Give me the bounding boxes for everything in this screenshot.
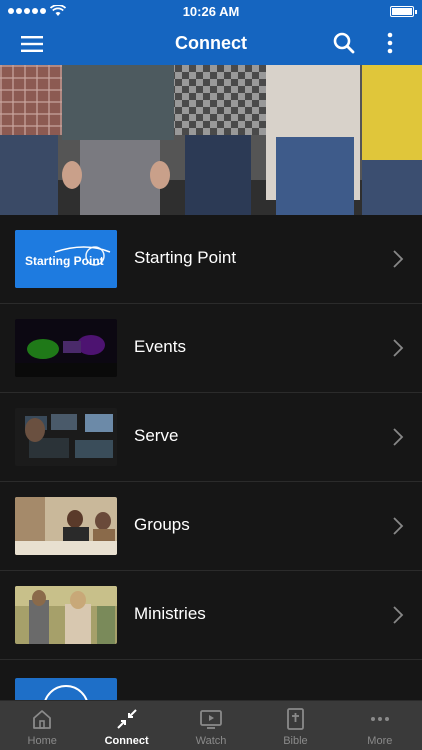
list-item-events[interactable]: Events xyxy=(0,304,422,393)
wifi-icon xyxy=(50,5,66,16)
chevron-right-icon xyxy=(393,606,404,624)
list-item-label: Ministries xyxy=(134,604,206,623)
groups-photo xyxy=(15,497,117,555)
chevron-right-icon xyxy=(393,428,404,446)
page-title: Connect xyxy=(175,33,247,53)
status-bar: 10:26 AM xyxy=(0,0,422,22)
tab-label: More xyxy=(367,735,393,747)
events-photo xyxy=(15,319,117,377)
list-item-groups[interactable]: Groups xyxy=(0,482,422,571)
svg-text:Starting Point: Starting Point xyxy=(25,254,104,268)
serve-photo xyxy=(15,408,117,466)
people-standing-photo xyxy=(0,65,422,215)
more-options-icon[interactable] xyxy=(380,31,400,55)
ministries-photo xyxy=(15,586,117,644)
list-item-label: Serve xyxy=(134,426,179,445)
list-item-serve[interactable]: Serve xyxy=(0,393,422,482)
starting-point-logo: Starting Point xyxy=(15,230,117,288)
connect-icon xyxy=(116,709,137,729)
tab-label: Connect xyxy=(104,735,149,747)
list-item-label: Groups xyxy=(134,515,190,534)
tab-bar: Home Connect Watch Bible More xyxy=(0,700,422,750)
tab-bible[interactable]: Bible xyxy=(253,701,337,750)
hamburger-menu-icon[interactable] xyxy=(20,32,44,56)
tab-home[interactable]: Home xyxy=(0,701,84,750)
more-icon xyxy=(370,717,389,721)
home-icon xyxy=(33,710,52,729)
bible-icon xyxy=(287,708,305,730)
chevron-right-icon xyxy=(393,517,404,535)
navigation-bar: Connect xyxy=(0,22,422,65)
battery-icon xyxy=(390,5,417,17)
tab-connect[interactable]: Connect xyxy=(84,701,168,750)
tab-label: Bible xyxy=(283,735,308,747)
connect-list: Starting Point Starting Point Events Ser… xyxy=(0,215,422,749)
tab-watch[interactable]: Watch xyxy=(169,701,253,750)
hero-banner-image xyxy=(0,65,422,215)
tab-more[interactable]: More xyxy=(338,701,422,750)
list-item-label: Events xyxy=(134,337,186,356)
list-item-starting-point[interactable]: Starting Point Starting Point xyxy=(0,215,422,304)
tab-label: Home xyxy=(27,735,57,747)
watch-icon xyxy=(200,710,222,729)
list-item-ministries[interactable]: Ministries xyxy=(0,571,422,660)
search-icon[interactable] xyxy=(332,31,356,55)
chevron-right-icon xyxy=(393,339,404,357)
list-item-label: Starting Point xyxy=(134,248,237,267)
signal-strength-icon xyxy=(8,8,46,14)
tab-label: Watch xyxy=(195,735,227,747)
chevron-right-icon xyxy=(393,250,404,268)
signal-group xyxy=(8,5,66,17)
